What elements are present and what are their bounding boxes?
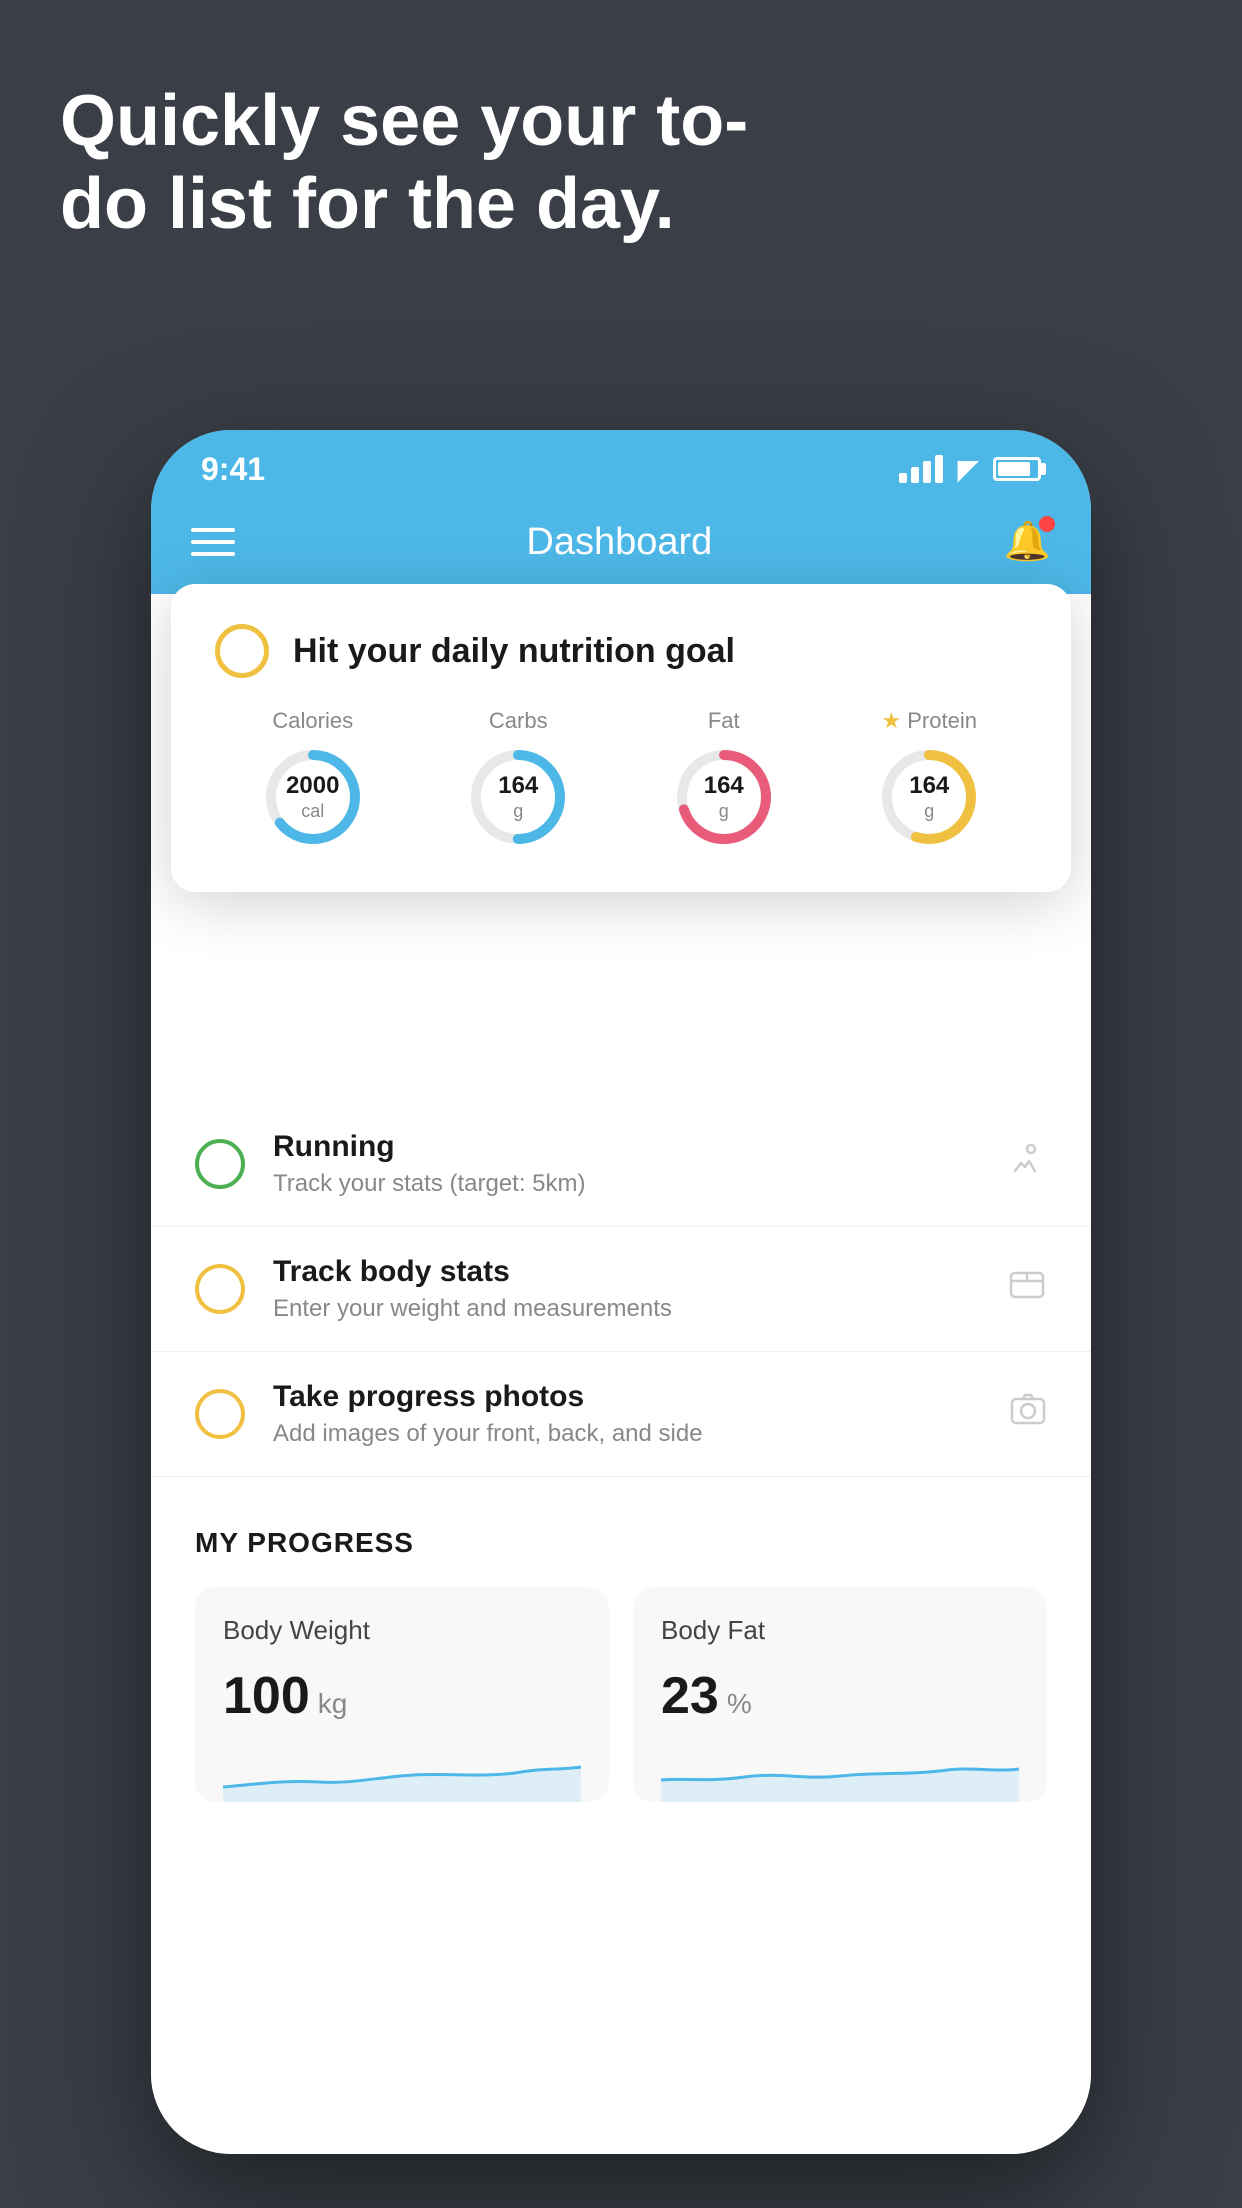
photos-text: Take progress photos Add images of your … — [273, 1380, 981, 1448]
fat-unit: g — [704, 801, 744, 823]
protein-value: 164 — [909, 772, 949, 801]
nutrition-carbs: Carbs 164 g — [463, 708, 573, 852]
fat-label: Fat — [708, 708, 740, 734]
body-fat-unit: % — [727, 1688, 752, 1720]
body-stats-text: Track body stats Enter your weight and m… — [273, 1255, 979, 1323]
body-stats-check-circle — [195, 1264, 245, 1314]
calories-donut: 2000 cal — [258, 742, 368, 852]
notification-button[interactable]: 🔔 — [1004, 520, 1051, 564]
wifi-icon: ◤ — [957, 453, 979, 486]
body-stats-title: Track body stats — [273, 1255, 979, 1289]
running-text: Running Track your stats (target: 5km) — [273, 1130, 979, 1198]
body-fat-card-title: Body Fat — [661, 1615, 1019, 1646]
running-title: Running — [273, 1130, 979, 1164]
scale-icon — [1007, 1267, 1047, 1312]
body-fat-card: Body Fat 23 % — [633, 1587, 1047, 1802]
nutrition-row: Calories 2000 cal Carbs — [215, 708, 1027, 852]
phone-content: THINGS TO DO TODAY Hit your daily nutrit… — [151, 594, 1091, 2154]
carbs-unit: g — [498, 801, 538, 823]
running-icon — [1007, 1143, 1047, 1185]
body-stats-subtitle: Enter your weight and measurements — [273, 1295, 979, 1323]
menu-button[interactable] — [191, 528, 235, 556]
nutrition-card-title: Hit your daily nutrition goal — [293, 632, 735, 671]
photo-icon — [1009, 1392, 1047, 1437]
calories-value: 2000 — [286, 772, 339, 801]
body-fat-chart — [661, 1742, 1019, 1802]
progress-section-title: MY PROGRESS — [195, 1527, 1047, 1559]
battery-icon — [993, 457, 1041, 481]
nutrition-calories: Calories 2000 cal — [258, 708, 368, 852]
carbs-donut: 164 g — [463, 742, 573, 852]
notification-badge — [1039, 516, 1055, 532]
status-time: 9:41 — [201, 451, 265, 488]
status-icons: ◤ — [899, 453, 1041, 486]
nutrition-protein: ★ Protein 164 g — [874, 708, 984, 852]
photos-title: Take progress photos — [273, 1380, 981, 1414]
body-weight-value: 100 — [223, 1666, 310, 1726]
star-icon: ★ — [882, 708, 902, 734]
calories-unit: cal — [286, 801, 339, 823]
progress-cards: Body Weight 100 kg Body Fat — [195, 1587, 1047, 1802]
carbs-value: 164 — [498, 772, 538, 801]
body-fat-value: 23 — [661, 1666, 719, 1726]
nutrition-card: Hit your daily nutrition goal Calories 2… — [171, 584, 1071, 892]
fat-donut: 164 g — [669, 742, 779, 852]
status-bar: 9:41 ◤ — [151, 430, 1091, 500]
photos-subtitle: Add images of your front, back, and side — [273, 1420, 981, 1448]
todo-item-running[interactable]: Running Track your stats (target: 5km) — [151, 1102, 1091, 1227]
signal-icon — [899, 455, 943, 483]
hero-title: Quickly see your to-do list for the day. — [60, 80, 760, 246]
card-header: Hit your daily nutrition goal — [215, 624, 1027, 678]
protein-donut: 164 g — [874, 742, 984, 852]
body-weight-card-title: Body Weight — [223, 1615, 581, 1646]
protein-unit: g — [909, 801, 949, 823]
fat-value: 164 — [704, 772, 744, 801]
protein-label: ★ Protein — [882, 708, 977, 734]
body-weight-unit: kg — [318, 1688, 348, 1720]
todo-item-progress-photos[interactable]: Take progress photos Add images of your … — [151, 1352, 1091, 1477]
nav-title: Dashboard — [526, 521, 712, 564]
todo-item-body-stats[interactable]: Track body stats Enter your weight and m… — [151, 1227, 1091, 1352]
nutrition-fat: Fat 164 g — [669, 708, 779, 852]
body-weight-card: Body Weight 100 kg — [195, 1587, 609, 1802]
photos-check-circle — [195, 1389, 245, 1439]
nav-bar: Dashboard 🔔 — [151, 500, 1091, 594]
running-subtitle: Track your stats (target: 5km) — [273, 1170, 979, 1198]
body-weight-chart — [223, 1742, 581, 1802]
carbs-label: Carbs — [489, 708, 548, 734]
phone-mockup: 9:41 ◤ Dashboard 🔔 THINGS TO DO TODAY — [151, 430, 1091, 2154]
calories-label: Calories — [272, 708, 353, 734]
nutrition-check-circle[interactable] — [215, 624, 269, 678]
running-check-circle — [195, 1139, 245, 1189]
progress-section: MY PROGRESS Body Weight 100 kg — [151, 1477, 1091, 1846]
